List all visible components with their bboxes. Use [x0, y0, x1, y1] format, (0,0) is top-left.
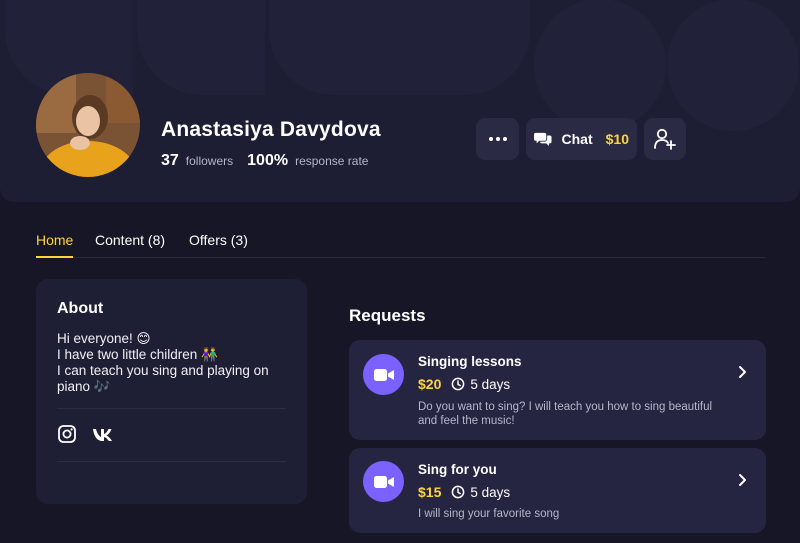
request-duration: 5 days: [470, 376, 511, 392]
chevron-right-icon[interactable]: [738, 365, 748, 384]
request-card[interactable]: Sing for you $15 5 days I will sing your…: [349, 448, 766, 533]
more-button[interactable]: [476, 118, 519, 160]
profile-tabs: Home Content (8) Offers (3): [36, 232, 766, 258]
vk-icon: [93, 429, 112, 441]
user-plus-icon: [654, 128, 676, 150]
request-description: I will sing your favorite song: [418, 508, 560, 520]
video-icon-badge: [363, 461, 404, 502]
request-card[interactable]: Singing lessons $20 5 days Do you want t…: [349, 340, 766, 440]
request-title: Singing lessons: [418, 354, 522, 369]
request-price: $15: [418, 484, 442, 500]
followers-label: followers: [185, 154, 234, 168]
chat-button[interactable]: Chat $10: [526, 118, 637, 160]
clock-icon: [452, 377, 465, 391]
video-icon-badge: [363, 354, 404, 395]
chevron-right-icon[interactable]: [738, 473, 748, 492]
chat-price: $10: [605, 131, 629, 147]
about-line: I can teach you sing and playing on: [57, 363, 269, 378]
profile-header: Anastasiya Davydova 37 followers 100% re…: [0, 0, 800, 202]
followers-count: 37: [161, 152, 179, 169]
requests-title: Requests: [349, 306, 426, 325]
request-description: Do you want to sing? I will teach you ho…: [418, 401, 713, 427]
about-title: About: [57, 300, 104, 317]
more-horizontal-icon: [488, 137, 507, 141]
follow-button[interactable]: [644, 118, 686, 160]
response-rate: 100%: [247, 152, 289, 169]
vk-link[interactable]: [92, 424, 114, 449]
profile-name: Anastasiya Davydova: [161, 118, 381, 141]
about-line: Hi everyone! 😊: [57, 331, 151, 346]
request-meta: $15 5 days: [418, 484, 510, 500]
response-rate-label: response rate: [295, 154, 369, 168]
instagram-icon: [58, 425, 76, 443]
avatar-photo: [36, 73, 140, 177]
about-divider: [57, 408, 286, 409]
about-line: piano 🎶: [57, 379, 111, 394]
about-line: I have two little children 👫: [57, 347, 218, 362]
instagram-link[interactable]: [57, 424, 77, 449]
request-duration: 5 days: [470, 484, 511, 500]
clock-icon: [452, 485, 465, 499]
chat-label: Chat: [561, 131, 593, 147]
profile-stats: 37 followers 100% response rate: [161, 152, 368, 170]
tab-home[interactable]: Home: [36, 232, 74, 258]
avatar[interactable]: [36, 73, 140, 177]
video-camera-icon: [373, 368, 394, 381]
request-meta: $20 5 days: [418, 376, 510, 392]
request-price: $20: [418, 376, 442, 392]
request-title: Sing for you: [418, 462, 497, 477]
about-card: About Hi everyone! 😊 I have two little c…: [36, 279, 307, 504]
video-camera-icon: [373, 475, 394, 488]
chat-icon: [534, 132, 552, 147]
tab-offers[interactable]: Offers (3): [189, 232, 248, 258]
about-text: Hi everyone! 😊 I have two little childre…: [57, 331, 293, 395]
tab-content[interactable]: Content (8): [95, 232, 165, 258]
about-divider: [57, 461, 286, 462]
